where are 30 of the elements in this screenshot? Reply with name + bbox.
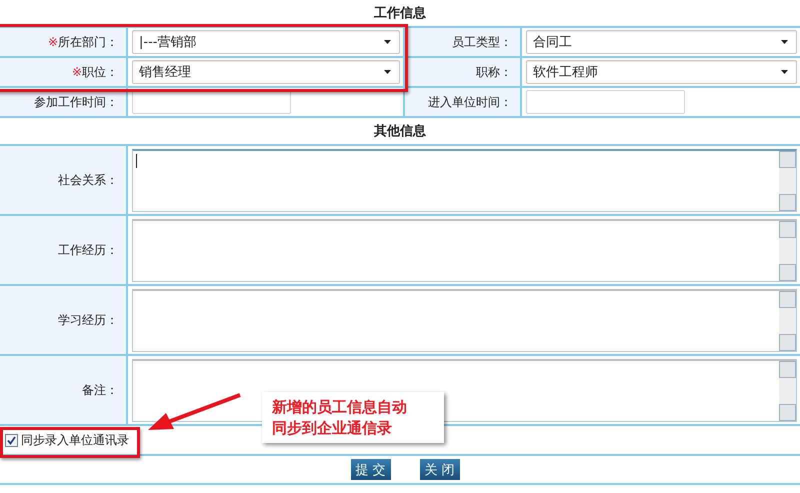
dropdown[interactable]: 销售经理: [132, 60, 400, 84]
checkbox-label: 同步录入单位通讯录: [21, 432, 129, 448]
field-label: 学习经历：: [58, 312, 118, 328]
field-label: 员工类型：: [452, 34, 512, 50]
checkbox[interactable]: [5, 434, 18, 446]
field-label: 备注：: [82, 382, 118, 398]
dropdown[interactable]: |---营销部: [132, 30, 400, 54]
field-label: 参加工作时间：: [34, 94, 118, 110]
field-label: 进入单位时间：: [428, 94, 512, 110]
date-field[interactable]: [526, 90, 685, 114]
section-title: 其他信息: [374, 123, 426, 140]
section-title: 工作信息: [374, 5, 426, 22]
dropdown-caret-icon: [384, 40, 391, 44]
text-area[interactable]: [132, 288, 797, 352]
field-label: 职称：: [476, 64, 512, 80]
date-field[interactable]: [132, 90, 291, 114]
dropdown-caret-icon: [781, 40, 788, 44]
dropdown-caret-icon: [384, 70, 391, 74]
dropdown[interactable]: 合同工: [526, 30, 797, 54]
field-label: ※职位：: [72, 64, 118, 80]
callout-text: 新增的员工信息自动 同步到企业通信录: [272, 396, 407, 438]
dropdown[interactable]: 软件工程师: [526, 60, 797, 84]
field-label: 社会关系：: [58, 172, 118, 188]
form-button[interactable]: 提 交: [350, 459, 390, 480]
text-area[interactable]: [132, 148, 797, 212]
text-area[interactable]: [132, 218, 797, 282]
dropdown-caret-icon: [781, 70, 788, 74]
form-button[interactable]: 关 闭: [420, 459, 460, 480]
field-label: 工作经历：: [58, 242, 118, 258]
field-label: ※所在部门：: [48, 34, 118, 50]
